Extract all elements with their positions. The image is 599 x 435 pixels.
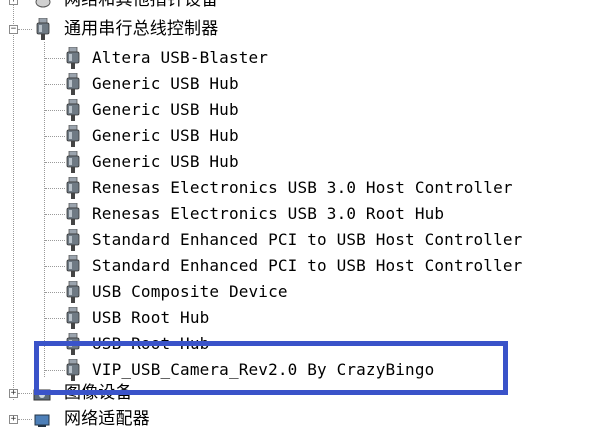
highlight-box bbox=[34, 341, 508, 395]
tree-item-device[interactable]: Generic USB Hub bbox=[0, 123, 560, 149]
usb-plug-icon bbox=[36, 18, 50, 40]
expand-icon[interactable]: + bbox=[9, 389, 18, 398]
tree-item-device[interactable]: Generic USB Hub bbox=[0, 71, 560, 97]
tree-connector bbox=[45, 162, 65, 163]
tree-item-label: Generic USB Hub bbox=[92, 152, 239, 171]
tree-connector bbox=[45, 318, 65, 319]
tree-connector bbox=[18, 29, 32, 30]
usb-plug-icon bbox=[66, 255, 80, 277]
tree-connector bbox=[18, 419, 32, 420]
tree-connector bbox=[45, 136, 65, 137]
collapse-icon[interactable]: − bbox=[9, 25, 18, 34]
tree-item-label: USB Composite Device bbox=[92, 282, 288, 301]
tree-item-label: USB Root Hub bbox=[92, 308, 210, 327]
tree-item-label: Altera USB-Blaster bbox=[92, 48, 269, 67]
tree-item-device[interactable]: Standard Enhanced PCI to USB Host Contro… bbox=[0, 253, 560, 279]
tree-connector bbox=[45, 110, 65, 111]
usb-plug-icon bbox=[66, 307, 80, 329]
tree-connector bbox=[18, 393, 32, 394]
usb-plug-icon bbox=[66, 125, 80, 147]
tree-item-device[interactable]: Renesas Electronics USB 3.0 Root Hub bbox=[0, 201, 560, 227]
usb-plug-icon bbox=[66, 203, 80, 225]
usb-plug-icon bbox=[66, 229, 80, 251]
tree-item-device[interactable]: Generic USB Hub bbox=[0, 97, 560, 123]
tree-connector bbox=[45, 214, 65, 215]
pointer-device-icon bbox=[33, 0, 53, 8]
tree-item-partial-category[interactable]: + 网络和其他指针设备 bbox=[0, 0, 300, 13]
tree-connector bbox=[45, 188, 65, 189]
tree-item-device[interactable]: Standard Enhanced PCI to USB Host Contro… bbox=[0, 227, 560, 253]
tree-connector bbox=[45, 58, 65, 59]
tree-connector bbox=[45, 240, 65, 241]
tree-item-label: 网络适配器 bbox=[64, 409, 150, 429]
tree-connector bbox=[45, 292, 65, 293]
tree-item-label: Generic USB Hub bbox=[92, 100, 239, 119]
usb-plug-icon bbox=[66, 177, 80, 199]
tree-item-label: Renesas Electronics USB 3.0 Host Control… bbox=[92, 178, 513, 197]
tree-item-usb-controllers[interactable]: − 通用串行总线控制器 bbox=[0, 16, 300, 42]
usb-plug-icon bbox=[66, 151, 80, 173]
tree-item-label: Generic USB Hub bbox=[92, 126, 239, 145]
usb-plug-icon bbox=[66, 47, 80, 69]
tree-item-label: Generic USB Hub bbox=[92, 74, 239, 93]
tree-item-label: 通用串行总线控制器 bbox=[64, 19, 219, 39]
network-adapter-icon bbox=[33, 412, 53, 427]
tree-item-label: Standard Enhanced PCI to USB Host Contro… bbox=[92, 256, 523, 275]
usb-plug-icon bbox=[66, 99, 80, 121]
tree-item-device[interactable]: USB Root Hub bbox=[0, 305, 560, 331]
expand-icon[interactable]: + bbox=[9, 415, 18, 424]
usb-plug-icon bbox=[66, 281, 80, 303]
tree-item-network-adapters[interactable]: + 网络适配器 bbox=[0, 406, 300, 432]
tree-connector bbox=[45, 84, 65, 85]
tree-item-device[interactable]: Renesas Electronics USB 3.0 Host Control… bbox=[0, 175, 560, 201]
tree-connector bbox=[45, 266, 65, 267]
expand-icon[interactable]: + bbox=[9, 0, 18, 5]
tree-item-device[interactable]: Generic USB Hub bbox=[0, 149, 560, 175]
tree-item-device[interactable]: USB Composite Device bbox=[0, 279, 560, 305]
usb-plug-icon bbox=[66, 73, 80, 95]
tree-item-device[interactable]: Altera USB-Blaster bbox=[0, 45, 560, 71]
tree-item-label: Standard Enhanced PCI to USB Host Contro… bbox=[92, 230, 523, 249]
tree-item-label: 网络和其他指针设备 bbox=[64, 0, 219, 10]
tree-item-label: Renesas Electronics USB 3.0 Root Hub bbox=[92, 204, 445, 223]
